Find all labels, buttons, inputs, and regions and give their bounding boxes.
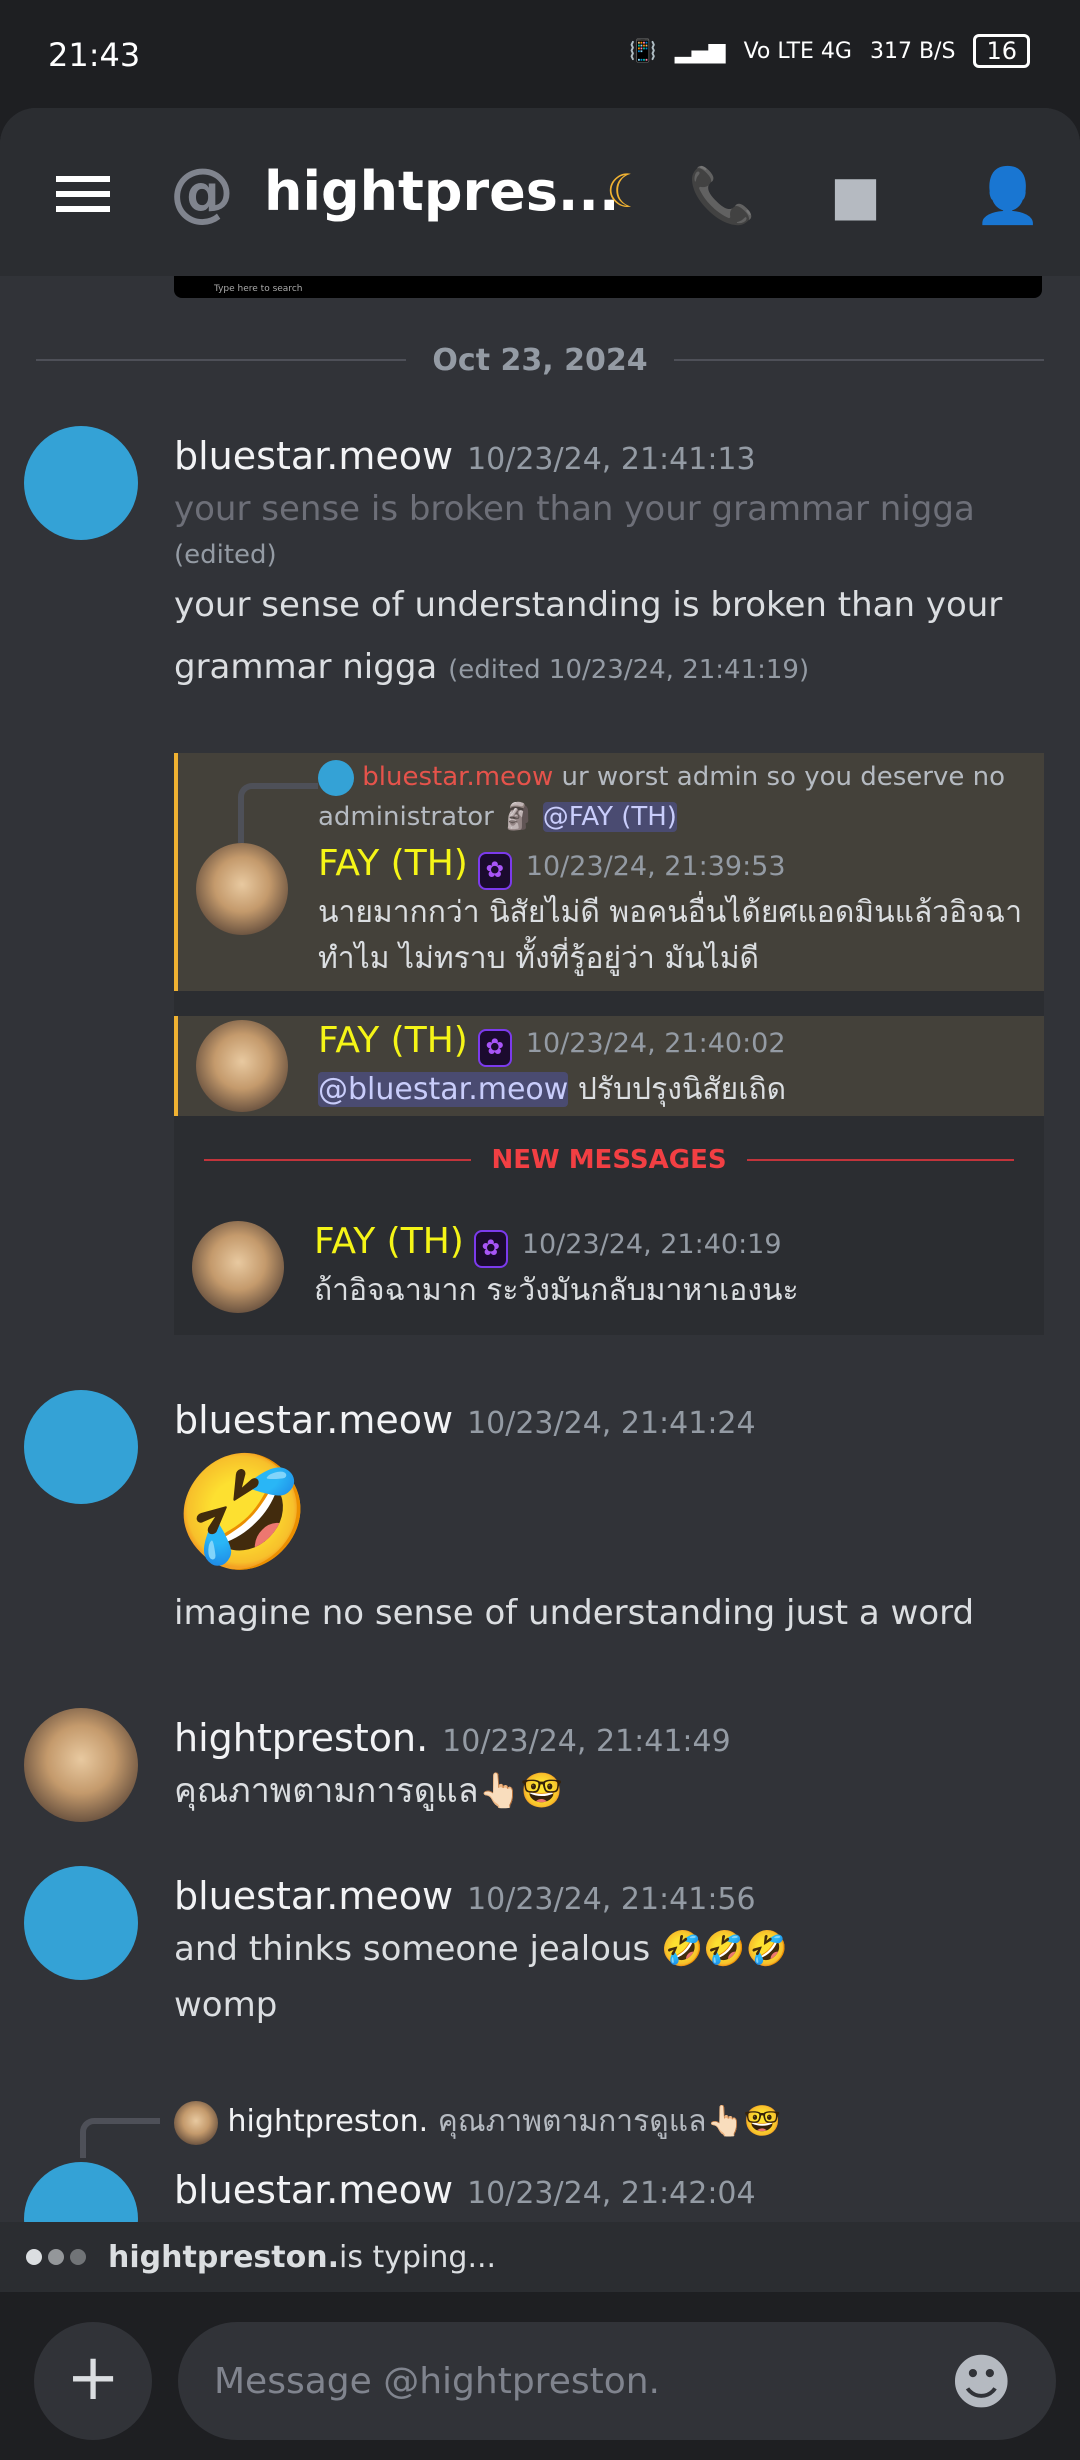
username[interactable]: bluestar.meow [174,2168,453,2212]
server-badge-icon: ✿ [477,851,512,890]
at-icon: @ [170,156,234,230]
channel-title[interactable]: hightpres... [264,160,619,223]
timestamp: 10/23/24, 21:41:49 [442,1724,731,1759]
signal-icon: ▂▄▆ [674,38,726,64]
image-attachment[interactable]: Type here to search [174,276,1042,298]
members-icon[interactable]: 👤 [974,164,1041,228]
avatar [174,2100,218,2145]
avatar[interactable] [24,1390,138,1504]
highlighted-message: bluestar.meow ur worst admin so you dese… [174,753,1044,991]
timestamp: 10/23/24, 21:41:24 [467,1406,756,1441]
voice-call-icon[interactable]: 📞 [688,164,755,228]
composer: + ☻ [0,2292,1080,2460]
avatar[interactable] [24,426,138,540]
typing-indicator: hightpreston. is typing... [0,2222,1080,2292]
net-speed: 317 B/S [869,38,956,64]
reply-preview[interactable]: bluestar.meow ur worst admin so you dese… [318,757,1038,837]
edited-label: (edited 10/23/24, 21:41:19) [448,655,810,685]
clock: 21:43 [48,36,141,74]
message-input[interactable] [178,2322,1056,2440]
avatar [318,759,354,796]
avatar [196,1020,288,1112]
highlighted-message: FAY (TH) ✿ 10/23/24, 21:40:02 @bluestar.me… [174,1016,1044,1116]
message-text: imagine no sense of understanding just a… [174,1593,975,1633]
timestamp: 10/23/24, 21:41:56 [467,1882,756,1917]
add-attachment-button[interactable]: + [34,2322,152,2440]
username[interactable]: bluestar.meow [174,434,453,478]
timestamp: 10/23/24, 21:42:04 [467,2176,756,2211]
server-badge-icon: ✿ [477,1028,512,1067]
message: hightpreston. 10/23/24, 21:41:49 คุณภาพตา… [174,1716,1054,1822]
edited-label: (edited) [174,540,277,570]
timestamp: 10/23/24, 21:41:13 [467,442,756,477]
vibrate-icon: 📳 [629,38,657,64]
avatar [192,1221,284,1313]
message: bluestar.meow 10/23/24, 21:41:13 your sen… [174,434,1054,701]
avatar[interactable] [24,1708,138,1822]
avatar [196,843,288,935]
rofl-emoji: 🤣 [174,1448,311,1576]
message-text: and thinks someone jealous 🤣🤣🤣 [174,1929,789,1969]
avatar[interactable] [24,1866,138,1980]
moon-icon: ☾ [606,164,648,218]
typing-dot-icon [26,2249,42,2265]
screenshot-attachment[interactable]: bluestar.meow ur worst admin so you dese… [174,753,1044,1335]
dm-chat: @ hightpres... ☾ 📞 ■ 👤 Type here to sear… [0,108,1080,2460]
status-bar: 21:43 📳 ▂▄▆ Vo LTE 4G 317 B/S 16 [0,0,1080,108]
battery-icon: 16 [973,34,1030,68]
message-text: คุณภาพตามการดูแล👆🏻🤓 [174,1771,564,1811]
reply-preview[interactable]: hightpreston. คุณภาพตามการดูแล👆🏻🤓 [174,2098,781,2145]
emoji-picker-icon[interactable]: ☻ [950,2348,1013,2418]
date-divider: Oct 23, 2024 [36,343,1044,378]
network-label: Vo LTE 4G [743,38,852,64]
message: bluestar.meow 10/23/24, 21:41:24 🤣 imagin… [174,1398,1054,1644]
message: bluestar.meow 10/23/24, 21:41:56 and thin… [174,1874,1054,2030]
reply-connector [80,2118,160,2158]
server-badge-icon: ✿ [473,1229,508,1268]
message: bluestar.meow 10/23/24, 21:42:04 [174,2168,1054,2212]
message-text-old: your sense is broken than your grammar n… [174,489,975,529]
username[interactable]: bluestar.meow [174,1874,453,1918]
new-messages-divider: NEW MESSAGES [204,1145,1014,1175]
message-text: womp [174,1985,278,2025]
username[interactable]: hightpreston. [174,1716,428,1760]
channel-header: @ hightpres... ☾ 📞 ■ 👤 [0,108,1080,276]
hamburger-menu-icon[interactable] [56,176,110,212]
username[interactable]: bluestar.meow [174,1398,453,1442]
video-call-icon[interactable]: ■ [830,164,881,227]
